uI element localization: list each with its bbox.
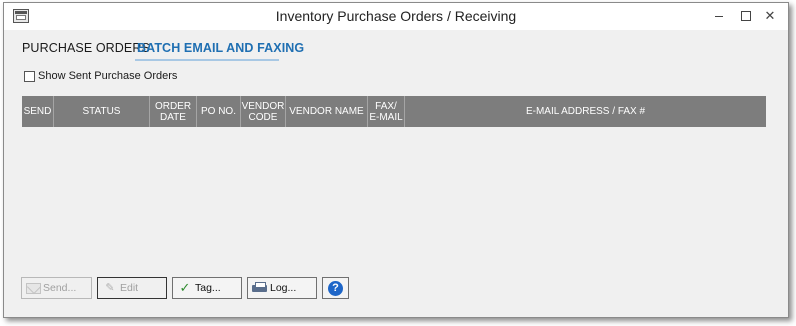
help-button[interactable]: ?	[322, 277, 349, 299]
window-title: Inventory Purchase Orders / Receiving	[275, 8, 517, 24]
active-tab-indicator	[135, 59, 279, 61]
tag-button[interactable]: ✓ Tag...	[172, 277, 242, 299]
title-bar[interactable]: Inventory Purchase Orders / Receiving ✕	[4, 3, 788, 30]
help-icon: ?	[328, 280, 343, 296]
edit-button[interactable]: ✎ Edit	[97, 277, 167, 299]
column-header-fax-email[interactable]: FAX/ E-MAIL	[368, 96, 405, 127]
minimize-button[interactable]	[708, 6, 730, 26]
show-sent-label: Show Sent Purchase Orders	[38, 70, 178, 82]
column-header-email-fax-number[interactable]: E-MAIL ADDRESS / FAX #	[405, 96, 766, 127]
printer-icon	[252, 282, 268, 294]
grid-header: SEND STATUS ORDER DATE PO NO. VENDOR COD…	[22, 96, 766, 127]
close-button[interactable]: ✕	[759, 6, 781, 26]
envelope-icon	[26, 282, 41, 294]
column-header-vendor-code[interactable]: VENDOR CODE	[241, 96, 286, 127]
pencil-icon: ✎	[105, 282, 115, 294]
checkmark-icon: ✓	[179, 280, 191, 295]
tab-purchase-orders[interactable]: PURCHASE ORDERS	[22, 41, 150, 55]
maximize-button[interactable]	[734, 6, 756, 26]
send-button[interactable]: Send...	[21, 277, 92, 299]
tag-button-label: Tag...	[195, 282, 221, 294]
log-button-label: Log...	[270, 282, 297, 294]
send-button-label: Send...	[43, 282, 77, 294]
column-header-po-no[interactable]: PO NO.	[197, 96, 241, 127]
tab-batch-email-and-faxing[interactable]: BATCH EMAIL AND FAXING	[137, 41, 304, 55]
column-header-vendor-name[interactable]: VENDOR NAME	[286, 96, 368, 127]
main-window: Inventory Purchase Orders / Receiving ✕ …	[3, 2, 789, 318]
column-header-status[interactable]: STATUS	[54, 96, 150, 127]
grid-body[interactable]	[22, 127, 766, 269]
column-header-send[interactable]: SEND	[22, 96, 54, 127]
show-sent-checkbox[interactable]	[24, 71, 35, 82]
edit-button-label: Edit	[120, 282, 139, 294]
column-header-order-date[interactable]: ORDER DATE	[150, 96, 197, 127]
log-button[interactable]: Log...	[247, 277, 317, 299]
